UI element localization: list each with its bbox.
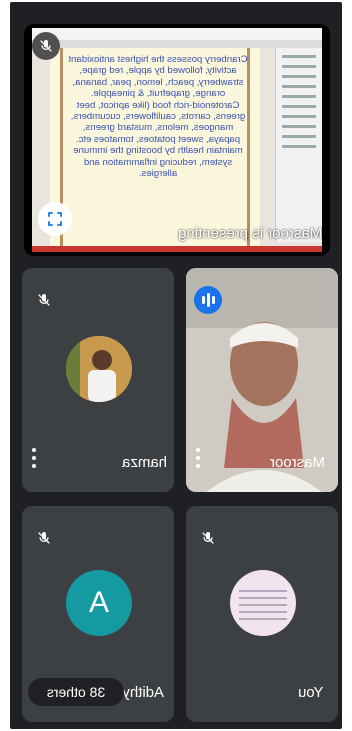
mic-off-icon	[30, 524, 58, 552]
mic-off-icon	[194, 524, 222, 552]
fullscreen-icon[interactable]	[38, 202, 72, 236]
slide: Cranberry possess the highest antioxidan…	[50, 48, 260, 248]
more-vert-icon[interactable]	[30, 448, 38, 474]
participant-tile-you[interactable]: You	[186, 506, 338, 722]
participant-tile-masroor[interactable]: Masroor	[186, 268, 338, 492]
shared-window-statusbar	[32, 246, 322, 252]
more-vert-icon[interactable]	[194, 448, 202, 474]
others-chip[interactable]: 38 others	[28, 678, 124, 706]
avatar: A	[66, 570, 132, 636]
presentation-tile[interactable]: Cranberry possess the highest antioxidan…	[24, 24, 330, 256]
avatar	[66, 336, 132, 402]
shared-screen: Cranberry possess the highest antioxidan…	[32, 28, 322, 252]
presenting-label: Masroor is presenting	[177, 225, 322, 242]
shared-window-ribbon	[32, 40, 322, 48]
participant-name: hamza	[122, 454, 168, 471]
participant-name: Masroor	[270, 454, 326, 471]
slide-text: Cranberry possess the highest antioxidan…	[68, 54, 248, 180]
mic-off-icon	[32, 32, 60, 60]
participant-tile-hamza[interactable]: hamza	[22, 268, 174, 492]
others-label: 38 others	[46, 684, 106, 700]
participant-name: You	[298, 684, 324, 701]
meet-screen: Cranberry possess the highest antioxidan…	[10, 2, 342, 729]
participant-tile-adithya[interactable]: A Adithya 38 others	[22, 506, 174, 722]
shared-window-side-panel	[275, 48, 322, 242]
audio-level-icon	[194, 286, 222, 314]
avatar	[230, 570, 296, 636]
avatar-initial: A	[88, 586, 109, 619]
mic-off-icon	[30, 286, 58, 314]
